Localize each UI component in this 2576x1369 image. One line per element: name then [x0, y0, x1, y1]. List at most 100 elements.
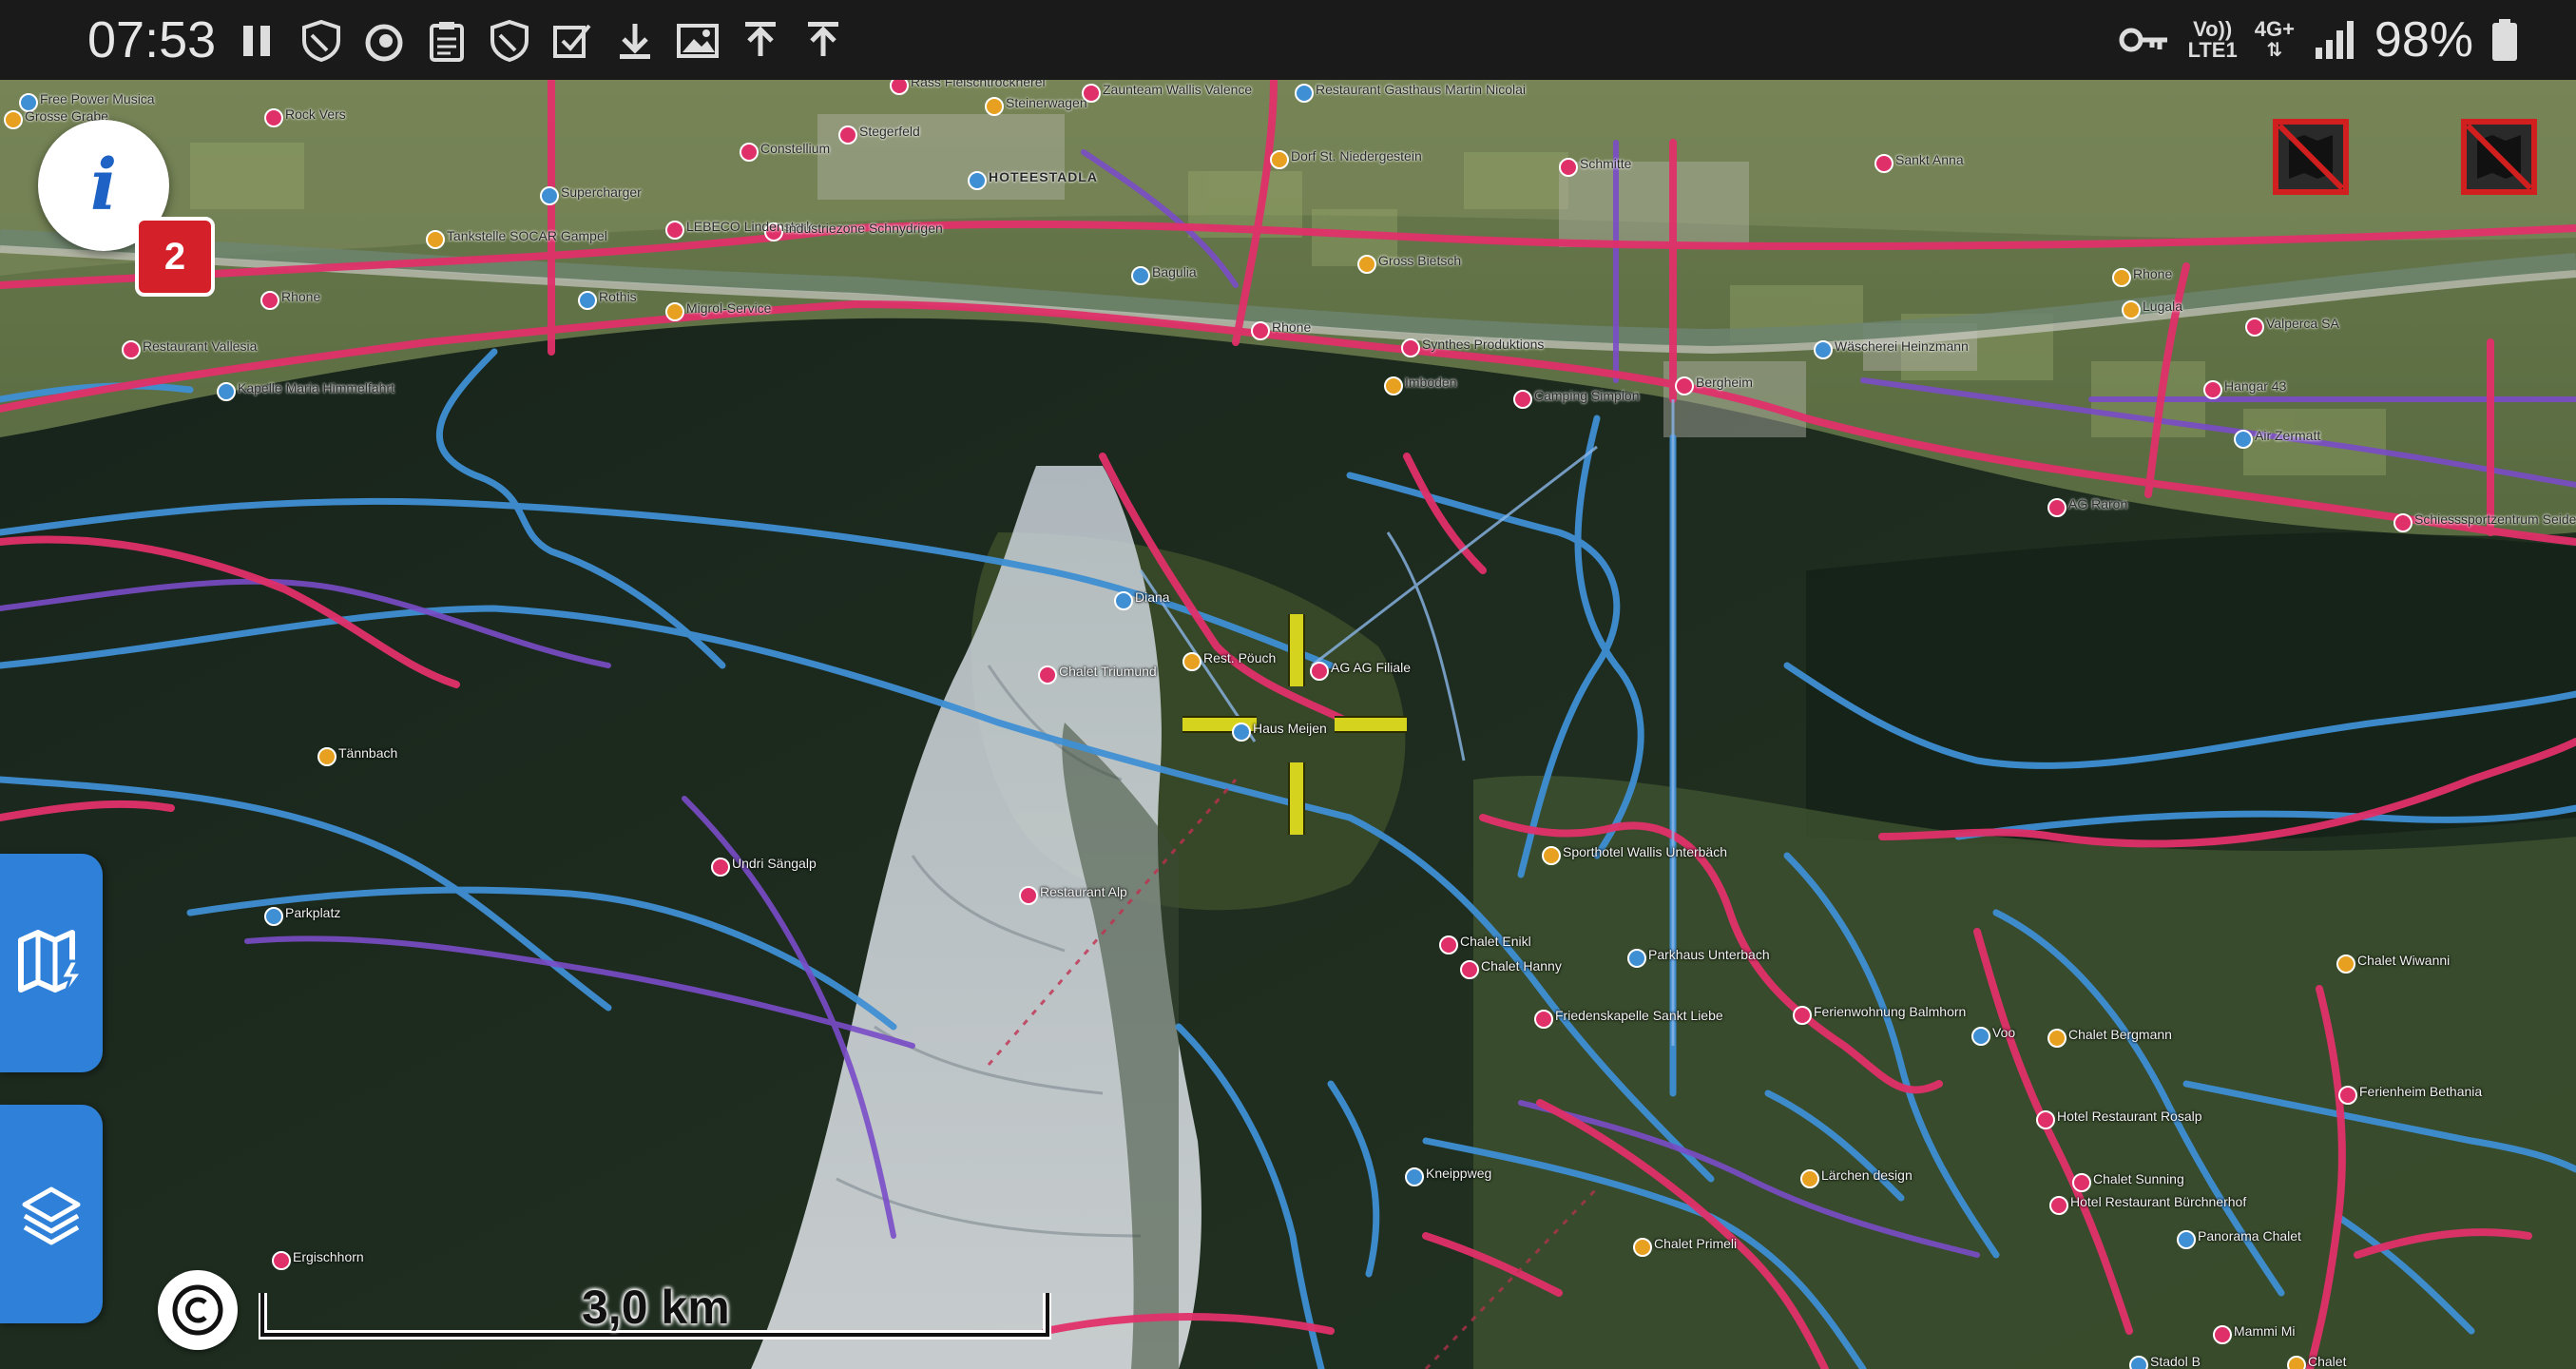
poi-marker[interactable] [1559, 158, 1578, 177]
map-label[interactable]: Friedenskapelle Sankt Liebe [1555, 1008, 1723, 1023]
poi-marker[interactable] [2047, 498, 2067, 517]
map-label[interactable]: Rhone [1272, 319, 1311, 335]
poi-marker[interactable] [1800, 1169, 1819, 1188]
map-label[interactable]: HOTEESTADLA [989, 169, 1098, 184]
map-label[interactable]: Rothis [599, 289, 637, 304]
poi-marker[interactable] [2049, 1196, 2068, 1215]
map-label[interactable]: Synthes Produktions [1422, 337, 1544, 352]
map-label[interactable]: Restaurant Gasthaus Martin Nicolai [1316, 82, 1526, 97]
map-label[interactable]: Mammi Mi [2234, 1323, 2296, 1339]
poi-marker[interactable] [2245, 318, 2264, 337]
poi-marker[interactable] [264, 108, 283, 127]
map-label[interactable]: Rhone [2133, 266, 2172, 281]
map-label[interactable]: Parkplatz [285, 905, 340, 920]
map-label[interactable]: Imboden [1405, 375, 1456, 390]
map-label[interactable]: Bagulia [1152, 264, 1197, 280]
poi-marker[interactable] [1439, 935, 1458, 954]
poi-marker[interactable] [2338, 1086, 2357, 1105]
poi-marker[interactable] [1542, 846, 1561, 865]
map-label[interactable]: Panorama Chalet [2198, 1228, 2301, 1244]
poi-marker[interactable] [317, 747, 336, 766]
poi-marker[interactable] [1251, 321, 1270, 340]
map-label[interactable]: Kneippweg [1426, 1166, 1491, 1181]
poi-marker[interactable] [1793, 1006, 1812, 1025]
map-label[interactable]: Stegerfeld [859, 124, 920, 139]
poi-marker[interactable] [578, 291, 597, 310]
poi-marker[interactable] [1310, 662, 1329, 681]
poi-marker[interactable] [740, 143, 759, 162]
map-label[interactable]: Ferienheim Bethania [2359, 1084, 2482, 1099]
map-label[interactable]: Gross Bietsch [1378, 253, 1461, 268]
poi-marker[interactable] [2234, 430, 2253, 449]
poi-marker[interactable] [2072, 1173, 2091, 1192]
map-label[interactable]: Dorf St. Niedergestein [1291, 148, 1422, 164]
map-label[interactable]: Tankstelle SOCAR Gampel [447, 228, 607, 243]
poi-marker[interactable] [1384, 376, 1403, 395]
map-label[interactable]: Ergischhorn [293, 1249, 364, 1264]
poi-marker[interactable] [260, 291, 279, 310]
map-label[interactable]: Zaunteam Wallis Valence [1103, 82, 1252, 97]
poi-marker[interactable] [838, 125, 857, 145]
poi-marker[interactable] [272, 1251, 291, 1270]
poi-marker[interactable] [1401, 338, 1420, 357]
poi-marker[interactable] [1114, 591, 1133, 610]
no-map-icon[interactable] [2460, 118, 2538, 196]
map-label[interactable]: Rock Vers [285, 106, 346, 122]
map-label[interactable]: Chalet [2308, 1354, 2346, 1369]
poi-marker[interactable] [540, 186, 559, 205]
map-label[interactable]: Chalet Enikl [1460, 934, 1531, 949]
poi-marker[interactable] [1627, 949, 1646, 968]
poi-marker[interactable] [968, 171, 987, 190]
poi-marker[interactable] [1814, 340, 1833, 359]
poi-marker[interactable] [1019, 886, 1038, 905]
poi-marker[interactable] [2213, 1325, 2232, 1344]
map-label[interactable]: Chalet Primeli [1654, 1236, 1737, 1251]
poi-marker[interactable] [264, 907, 283, 926]
poi-marker[interactable] [2203, 380, 2222, 399]
poi-marker[interactable] [1405, 1167, 1424, 1186]
map-label[interactable]: Chalet Wiwanni [2357, 953, 2450, 968]
map-label[interactable]: Sporthotel Wallis Unterbäch [1563, 844, 1727, 859]
map-label[interactable]: Chalet Sunning [2093, 1171, 2184, 1186]
poi-marker[interactable] [1295, 84, 1314, 103]
map-label[interactable]: Industriezone Schnydrigen [785, 221, 943, 236]
map-label[interactable]: Chalet Hanny [1481, 958, 1562, 974]
map-label[interactable]: Undri Sängalp [732, 856, 817, 871]
map-label[interactable]: Rass Fleischtrocknerei [911, 80, 1046, 89]
map-label[interactable]: Stadol B [2150, 1354, 2201, 1369]
map-label[interactable]: Hangar 43 [2224, 378, 2286, 394]
map-label[interactable]: Ferienwohnung Balmhorn [1814, 1004, 1966, 1019]
map-label[interactable]: Hotel Restaurant Rosalp [2057, 1109, 2202, 1124]
map-switch-button[interactable] [0, 854, 103, 1072]
poi-marker[interactable] [1874, 154, 1894, 173]
poi-marker[interactable] [426, 230, 445, 249]
map-label[interactable]: Bergheim [1696, 375, 1753, 390]
map-label[interactable]: Constellium [760, 141, 830, 156]
poi-marker[interactable] [217, 382, 236, 401]
poi-marker[interactable] [1182, 652, 1201, 671]
map-label[interactable]: Wäscherei Heinzmann [1835, 338, 1969, 354]
map-label[interactable]: Tännbach [338, 745, 397, 761]
map-label[interactable]: Chalet Bergmann [2068, 1027, 2172, 1042]
poi-marker[interactable] [4, 110, 23, 129]
copyright-button[interactable] [158, 1270, 238, 1350]
map-label[interactable]: Parkhaus Unterbach [1648, 947, 1770, 962]
map-label[interactable]: Camping Simplon [1534, 388, 1640, 403]
poi-marker[interactable] [1971, 1027, 1990, 1046]
map-label[interactable]: Steinerwagen [1006, 95, 1087, 110]
map-label[interactable]: Diana [1135, 589, 1170, 605]
poi-marker[interactable] [665, 221, 684, 240]
poi-marker[interactable] [1131, 266, 1150, 285]
poi-marker[interactable] [1633, 1238, 1652, 1257]
poi-marker[interactable] [1232, 723, 1251, 742]
poi-marker[interactable] [1270, 150, 1289, 169]
map-label[interactable]: Valperca SA [2266, 316, 2339, 331]
poi-marker[interactable] [2122, 300, 2141, 319]
poi-marker[interactable] [1675, 376, 1694, 395]
poi-marker[interactable] [1534, 1010, 1553, 1029]
map-label[interactable]: Kapelle Maria Himmelfahrt [238, 380, 394, 395]
map-label[interactable]: Hotel Restaurant Bürchnerhof [2070, 1194, 2246, 1209]
map-label[interactable]: Lärchen design [1821, 1167, 1913, 1183]
poi-marker[interactable] [2112, 268, 2131, 287]
map-label[interactable]: Rest. Pöuch [1203, 650, 1276, 665]
